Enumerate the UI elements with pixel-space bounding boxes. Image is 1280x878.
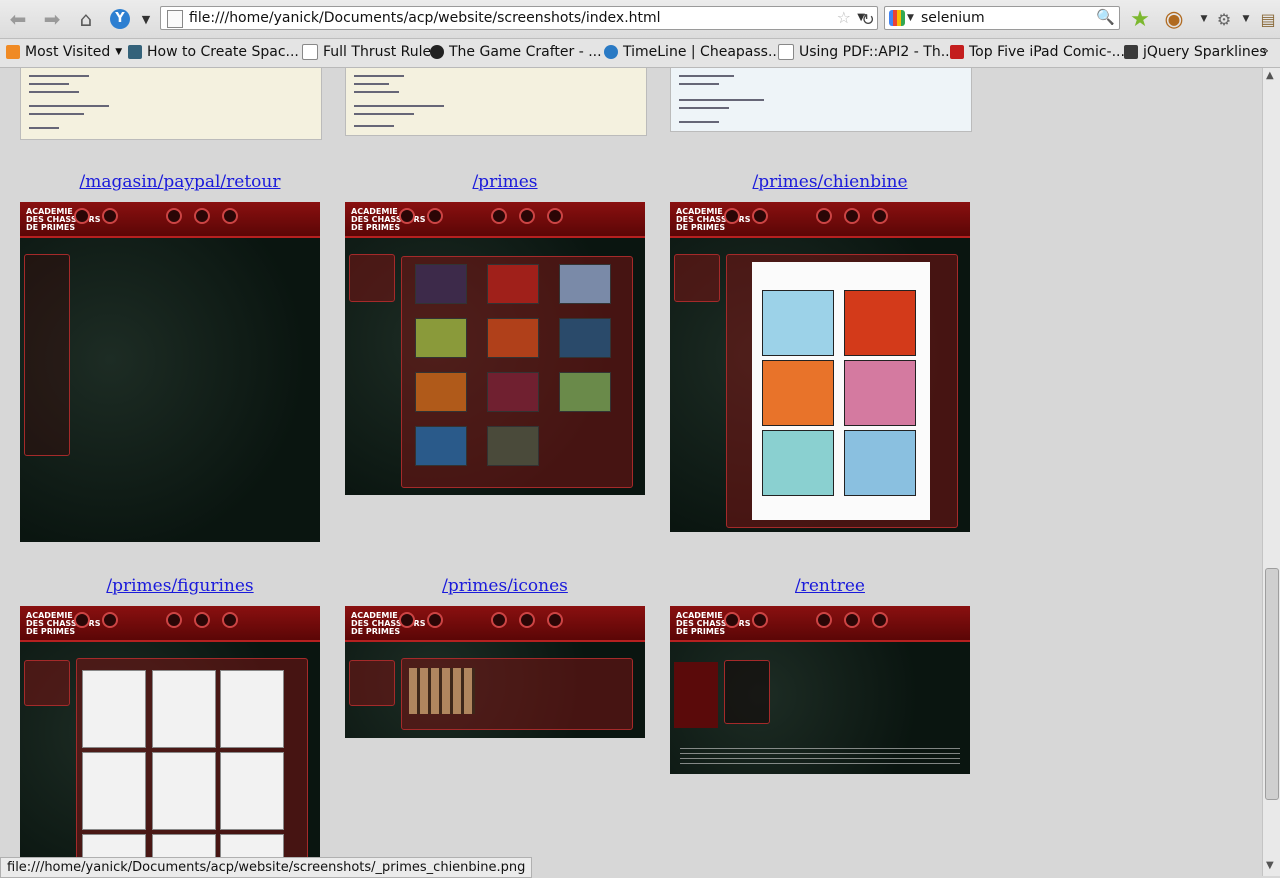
bookmark-label: TimeLine | Cheapass... [623,44,782,60]
screenshot-link[interactable]: /primes/chienbine [680,172,980,192]
site-icon [1124,45,1138,59]
site-logo: ACADEMIE DES CHASSEURS DE PRIMES [351,207,426,232]
screenshot-thumbnail[interactable]: ACADEMIE DES CHASSEURS DE PRIMES [20,202,320,542]
bookmark-star-icon[interactable]: ☆ [837,8,851,27]
bookmark-label: How to Create Spac... [147,44,299,60]
screenshot-thumbnail[interactable]: ACADEMIE DES CHASSEURS DE PRIMES [670,606,970,774]
scroll-up-icon[interactable]: ▲ [1266,70,1274,81]
chevron-down-icon: ▼ [115,47,123,57]
search-icon[interactable]: 🔍 [1096,8,1115,26]
bookmark-most-visited[interactable]: Most Visited ▼ [6,44,122,60]
screenshot-thumbnail[interactable]: ACADEMIE DES CHASSEURS DE PRIMES [670,202,970,532]
reload-icon[interactable]: ↻ [854,5,882,33]
bookmark-item[interactable]: jQuery Sparklines [1124,44,1267,60]
chevron-down-icon[interactable]: ▼ [907,13,914,23]
screenshot-thumbnail[interactable]: ACADEMIE DES CHASSEURS DE PRIMES [345,202,645,495]
navigation-toolbar: ⬅ ➡ ⌂ Y ▼ file:///home/yanick/Documents/… [0,0,1280,39]
site-logo: ACADEMIE DES CHASSEURS DE PRIMES [351,611,426,636]
url-bar[interactable]: file:///home/yanick/Documents/acp/websit… [160,6,878,30]
bookmark-item[interactable]: The Game Crafter - ... [430,44,602,60]
screenshot-thumbnail[interactable]: ACADEMIE DES CHASSEURS DE PRIMES [20,606,320,858]
more-bookmarks-icon[interactable]: » [1262,44,1269,57]
site-icon [430,45,444,59]
page-content: /magasin/paypal/retour /primes /primes/c… [0,68,1262,858]
bookmark-label: Full Thrust Rules [323,44,439,60]
screenshot-link[interactable]: /primes/icones [355,576,655,596]
comic-page [752,262,930,520]
bookmark-star-icon[interactable]: ★ [1126,5,1154,33]
page-icon [167,10,183,28]
scrollbar-thumb[interactable] [1265,568,1279,800]
page-icon [302,44,318,60]
bookmark-label: jQuery Sparklines [1143,44,1267,60]
home-icon[interactable]: ⌂ [72,5,100,33]
google-icon[interactable] [889,10,905,26]
site-icon [950,45,964,59]
bookmark-label: Top Five iPad Comic-... [969,44,1125,60]
url-text: file:///home/yanick/Documents/acp/websit… [189,10,661,26]
screenshot-thumbnail[interactable] [670,68,972,132]
page-icon [778,44,794,60]
greasemonkey-icon[interactable]: ◉ [1160,5,1188,33]
rss-icon [6,45,20,59]
bookmark-label: Most Visited [25,44,111,60]
extension-icon[interactable]: ▤ [1254,5,1280,33]
site-icon [128,45,142,59]
chevron-down-icon[interactable]: ▼ [132,5,160,33]
screenshot-link[interactable]: /magasin/paypal/retour [30,172,330,192]
screenshot-link[interactable]: /primes/figurines [30,576,330,596]
site-logo: ACADEMIE DES CHASSEURS DE PRIMES [26,207,101,232]
screenshot-thumbnail[interactable] [345,68,647,136]
yahoo-toolbar-icon[interactable]: Y [106,5,134,33]
scroll-down-icon[interactable]: ▼ [1266,860,1274,871]
vertical-scrollbar[interactable]: ▲ ▼ [1262,68,1280,876]
bookmark-label: Using PDF::API2 - Th... [799,44,955,60]
screenshot-thumbnail[interactable] [20,68,322,140]
search-query: selenium [921,10,985,26]
bookmark-item[interactable]: How to Create Spac... [128,44,299,60]
bookmark-item[interactable]: Full Thrust Rules [302,44,438,60]
site-logo: ACADEMIE DES CHASSEURS DE PRIMES [676,207,751,232]
screenshot-link[interactable]: /primes [355,172,655,192]
site-logo: ACADEMIE DES CHASSEURS DE PRIMES [26,611,101,636]
forward-icon[interactable]: ➡ [38,5,66,33]
drupal-icon [604,45,618,59]
back-icon[interactable]: ⬅ [4,5,32,33]
bookmark-item[interactable]: TimeLine | Cheapass... [604,44,781,60]
bookmark-item[interactable]: Top Five iPad Comic-... [950,44,1125,60]
bookmarks-toolbar: Most Visited ▼ How to Create Spac... Ful… [0,39,1280,68]
status-bar: file:///home/yanick/Documents/acp/websit… [0,857,533,878]
screenshot-thumbnail[interactable]: ACADEMIE DES CHASSEURS DE PRIMES [345,606,645,738]
search-input[interactable]: ▼ selenium 🔍 [884,6,1120,30]
site-logo: ACADEMIE DES CHASSEURS DE PRIMES [676,611,751,636]
screenshot-link[interactable]: /rentree [680,576,980,596]
bookmark-item[interactable]: Using PDF::API2 - Th... [778,44,954,60]
bookmark-label: The Game Crafter - ... [449,44,602,60]
